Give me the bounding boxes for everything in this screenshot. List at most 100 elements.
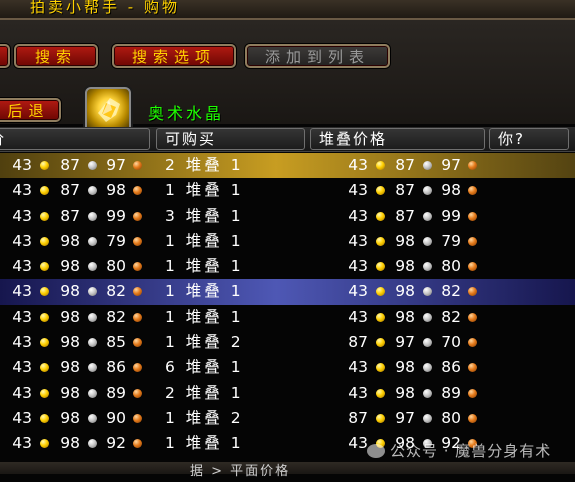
result-row[interactable]: 43 87 98 1 堆叠 1 43 87 98 xyxy=(0,178,575,203)
stack-price-value: 89 xyxy=(441,383,461,402)
copper-coin-icon xyxy=(133,161,142,170)
gold-coin-icon xyxy=(40,312,49,322)
stack-price-value: 99 xyxy=(441,206,461,225)
silver-coin-icon xyxy=(88,186,97,196)
column-available-label: 可购买 xyxy=(165,130,217,148)
buyout-price-value: 80 xyxy=(106,257,126,276)
buyout-price-value: 43 xyxy=(12,156,32,174)
search-button[interactable]: 搜索 xyxy=(14,44,98,68)
copper-coin-icon xyxy=(133,262,142,272)
results-list: 43 87 97 2 堆叠 1 43 87 97 43 87 98 1 堆叠 1 43 87 98 43 87… xyxy=(0,153,575,482)
add-to-list-button[interactable]: 添加到列表 xyxy=(245,44,390,68)
buyout-price-value: 43 xyxy=(12,257,32,276)
column-price-label: 价 xyxy=(0,130,6,148)
gold-coin-icon xyxy=(376,338,385,348)
gold-coin-icon xyxy=(40,439,49,449)
silver-coin-icon xyxy=(88,413,97,423)
gold-coin-icon xyxy=(40,262,49,272)
stack-price-value: 98 xyxy=(395,282,415,301)
copper-coin-icon xyxy=(468,338,477,348)
stack-price-value: 43 xyxy=(348,181,368,200)
column-price[interactable]: 价 xyxy=(0,128,150,150)
silver-coin-icon xyxy=(88,388,97,398)
buyout-price-value: 98 xyxy=(60,408,80,427)
stack-price-value: 82 xyxy=(441,307,461,326)
silver-coin-icon xyxy=(88,211,97,221)
copper-coin-icon xyxy=(133,439,142,449)
copper-coin-icon xyxy=(133,236,142,246)
column-stack-price-label: 堆叠价格 xyxy=(319,130,388,148)
silver-coin-icon xyxy=(88,312,97,322)
buyout-price-value: 87 xyxy=(60,156,80,174)
crystal-glyph-icon xyxy=(98,98,120,122)
gold-coin-icon xyxy=(40,211,49,221)
stack-price-value: 97 xyxy=(441,156,461,174)
stack-price-value: 97 xyxy=(395,333,415,352)
result-row[interactable]: 43 87 97 2 堆叠 1 43 87 97 xyxy=(0,153,575,179)
stack-price-value: 43 xyxy=(348,434,368,453)
silver-coin-icon xyxy=(88,161,97,170)
silver-coin-icon xyxy=(423,186,432,196)
copper-coin-icon xyxy=(468,413,477,423)
buyout-price-value: 79 xyxy=(106,231,126,250)
item-name: 奥术水晶 xyxy=(148,104,225,123)
gold-coin-icon xyxy=(40,236,49,246)
result-row[interactable]: 43 98 86 6 堆叠 1 43 98 86 xyxy=(0,355,575,380)
buyout-price-value: 87 xyxy=(60,206,80,225)
result-row[interactable]: 43 98 79 1 堆叠 1 43 98 79 xyxy=(0,229,575,254)
stack-price-value: 98 xyxy=(395,307,415,326)
available-stacks: 1 堆叠 1 xyxy=(165,181,244,200)
buyout-price-value: 43 xyxy=(12,358,32,377)
buyout-price-value: 98 xyxy=(60,307,80,326)
silver-coin-icon xyxy=(423,413,432,423)
stack-price-value: 43 xyxy=(348,383,368,402)
copper-coin-icon xyxy=(468,287,477,297)
stack-price-value: 86 xyxy=(441,358,461,377)
copper-coin-icon xyxy=(133,413,142,423)
silver-coin-icon xyxy=(88,287,97,297)
stack-price-value: 98 xyxy=(441,181,461,200)
silver-coin-icon xyxy=(423,312,432,322)
silver-coin-icon xyxy=(423,161,432,170)
silver-coin-icon xyxy=(423,287,432,297)
copper-coin-icon xyxy=(133,211,142,221)
gold-coin-icon xyxy=(40,388,49,398)
stack-price-value: 43 xyxy=(348,156,368,174)
column-available[interactable]: 可购买 xyxy=(156,128,305,150)
column-stack-price[interactable]: 堆叠价格 xyxy=(310,128,485,150)
gold-coin-icon xyxy=(376,236,385,246)
result-row[interactable]: 43 98 82 1 堆叠 1 43 98 82 xyxy=(0,305,575,330)
buyout-price-value: 43 xyxy=(12,282,32,301)
gold-coin-icon xyxy=(376,388,385,398)
result-row[interactable]: 43 98 85 1 堆叠 2 87 97 70 xyxy=(0,330,575,355)
buyout-price-value: 98 xyxy=(60,282,80,301)
back-button[interactable]: 后退 xyxy=(0,98,61,122)
buyout-price-value: 92 xyxy=(106,434,126,453)
result-row[interactable]: 43 98 89 2 堆叠 1 43 98 89 xyxy=(0,381,575,406)
partial-left-button[interactable] xyxy=(0,44,10,68)
gold-coin-icon xyxy=(376,363,385,373)
buyout-price-value: 97 xyxy=(106,156,126,174)
stack-price-value: 87 xyxy=(395,206,415,225)
gold-coin-icon xyxy=(40,287,49,297)
silver-coin-icon xyxy=(423,262,432,272)
available-stacks: 1 堆叠 2 xyxy=(165,408,244,427)
column-you[interactable]: 你? xyxy=(489,128,569,150)
result-row[interactable]: 43 98 90 1 堆叠 2 87 97 80 xyxy=(0,406,575,431)
result-row[interactable]: 43 98 80 1 堆叠 1 43 98 80 xyxy=(0,254,575,279)
search-options-button[interactable]: 搜索选项 xyxy=(112,44,236,68)
result-row[interactable]: 43 98 82 1 堆叠 1 43 98 82 xyxy=(0,279,575,305)
stack-price-value: 87 xyxy=(395,181,415,200)
silver-coin-icon xyxy=(88,363,97,373)
watermark-text: 公众号 · 魔兽分身有术 xyxy=(390,442,552,460)
gold-coin-icon xyxy=(376,413,385,423)
stack-price-value: 80 xyxy=(441,408,461,427)
available-stacks: 2 堆叠 1 xyxy=(165,383,244,402)
buyout-price-value: 98 xyxy=(106,181,126,200)
gold-coin-icon xyxy=(40,338,49,348)
stack-price-value: 98 xyxy=(395,231,415,250)
buyout-price-value: 43 xyxy=(12,307,32,326)
buyout-price-value: 90 xyxy=(106,408,126,427)
result-row[interactable]: 43 87 99 3 堆叠 1 43 87 99 xyxy=(0,204,575,229)
copper-coin-icon xyxy=(468,186,477,196)
